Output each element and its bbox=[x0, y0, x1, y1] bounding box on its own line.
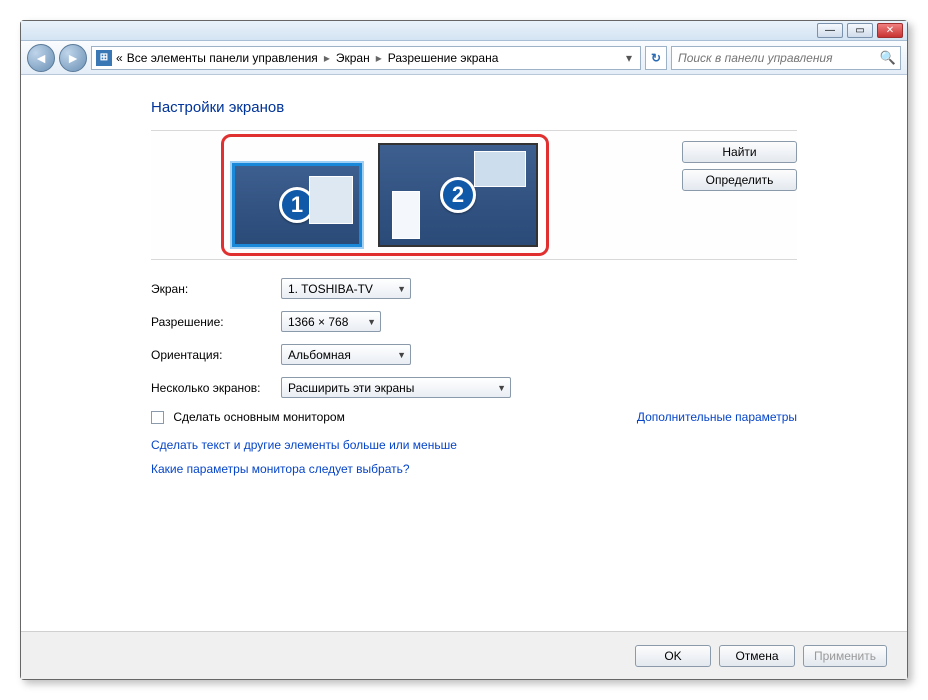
resolution-dropdown[interactable]: 1366 × 768 ▼ bbox=[281, 311, 381, 332]
chevron-down-icon: ▼ bbox=[497, 383, 506, 393]
refresh-button[interactable]: ↻ bbox=[645, 46, 667, 70]
display-dropdown[interactable]: 1. TOSHIBA-TV ▼ bbox=[281, 278, 411, 299]
cancel-button[interactable]: Отмена bbox=[719, 645, 795, 667]
navigation-bar: ◄ ► ⊞ « Все элементы панели управления ▸… bbox=[21, 41, 907, 75]
display-value: 1. TOSHIBA-TV bbox=[288, 282, 373, 296]
main-display-checkbox-group[interactable]: Сделать основным монитором bbox=[151, 410, 345, 424]
minimize-button[interactable]: — bbox=[817, 23, 843, 38]
nav-forward-button[interactable]: ► bbox=[59, 44, 87, 72]
main-panel: Настройки экранов 1 2 Найти Определить bbox=[21, 75, 907, 631]
monitor-2[interactable]: 2 bbox=[378, 143, 538, 247]
highlight-box: 1 2 bbox=[221, 134, 549, 256]
display-label: Экран: bbox=[151, 282, 281, 296]
orientation-label: Ориентация: bbox=[151, 348, 281, 362]
content-area: Настройки экранов 1 2 Найти Определить bbox=[21, 75, 907, 631]
resolution-value: 1366 × 768 bbox=[288, 315, 348, 329]
page-title: Настройки экранов bbox=[151, 99, 797, 116]
text-size-link[interactable]: Сделать текст и другие элементы больше и… bbox=[151, 438, 797, 452]
ok-button[interactable]: OK bbox=[635, 645, 711, 667]
search-box[interactable]: 🔍 bbox=[671, 46, 901, 70]
display-row: Экран: 1. TOSHIBA-TV ▼ bbox=[151, 278, 797, 299]
monitor-2-badge: 2 bbox=[440, 177, 476, 213]
apply-button[interactable]: Применить bbox=[803, 645, 887, 667]
resolution-label: Разрешение: bbox=[151, 315, 281, 329]
detect-button[interactable]: Найти bbox=[682, 141, 797, 163]
breadcrumb-display[interactable]: Экран bbox=[336, 51, 370, 65]
main-display-row: Сделать основным монитором Дополнительны… bbox=[151, 410, 797, 424]
resolution-row: Разрешение: 1366 × 768 ▼ bbox=[151, 311, 797, 332]
multiple-displays-dropdown[interactable]: Расширить эти экраны ▼ bbox=[281, 377, 511, 398]
nav-back-button[interactable]: ◄ bbox=[27, 44, 55, 72]
titlebar: — ▭ ✕ bbox=[21, 21, 907, 41]
multiple-displays-row: Несколько экранов: Расширить эти экраны … bbox=[151, 377, 797, 398]
multiple-displays-value: Расширить эти экраны bbox=[288, 381, 414, 395]
address-dropdown-icon[interactable]: ▾ bbox=[622, 51, 636, 65]
identify-button[interactable]: Определить bbox=[682, 169, 797, 191]
explorer-window: — ▭ ✕ ◄ ► ⊞ « Все элементы панели управл… bbox=[20, 20, 908, 680]
preview-side-buttons: Найти Определить bbox=[682, 141, 797, 191]
display-preview-area: 1 2 Найти Определить bbox=[151, 130, 797, 260]
main-display-checkbox[interactable] bbox=[151, 411, 164, 424]
close-button[interactable]: ✕ bbox=[877, 23, 903, 38]
breadcrumb-all-items[interactable]: Все элементы панели управления bbox=[127, 51, 318, 65]
chevron-down-icon: ▼ bbox=[397, 350, 406, 360]
chevron-right-icon: ▸ bbox=[322, 51, 332, 65]
orientation-row: Ориентация: Альбомная ▼ bbox=[151, 344, 797, 365]
breadcrumb-resolution[interactable]: Разрешение экрана bbox=[388, 51, 499, 65]
dialog-footer: OK Отмена Применить bbox=[21, 631, 907, 679]
advanced-settings-link[interactable]: Дополнительные параметры bbox=[637, 410, 797, 424]
breadcrumb-prefix: « bbox=[116, 51, 123, 65]
orientation-dropdown[interactable]: Альбомная ▼ bbox=[281, 344, 411, 365]
chevron-down-icon: ▼ bbox=[397, 284, 406, 294]
help-links: Сделать текст и другие элементы больше и… bbox=[151, 438, 797, 476]
chevron-right-icon: ▸ bbox=[374, 51, 384, 65]
search-input[interactable] bbox=[676, 50, 880, 66]
control-panel-icon: ⊞ bbox=[96, 50, 112, 66]
main-display-checkbox-label: Сделать основным монитором bbox=[173, 410, 345, 424]
maximize-button[interactable]: ▭ bbox=[847, 23, 873, 38]
address-bar[interactable]: ⊞ « Все элементы панели управления ▸ Экр… bbox=[91, 46, 641, 70]
orientation-value: Альбомная bbox=[288, 348, 351, 362]
monitor-settings-help-link[interactable]: Какие параметры монитора следует выбрать… bbox=[151, 462, 797, 476]
monitor-1[interactable]: 1 bbox=[232, 163, 362, 247]
multiple-displays-label: Несколько экранов: bbox=[151, 381, 281, 395]
search-icon: 🔍 bbox=[880, 50, 896, 66]
chevron-down-icon: ▼ bbox=[367, 317, 376, 327]
